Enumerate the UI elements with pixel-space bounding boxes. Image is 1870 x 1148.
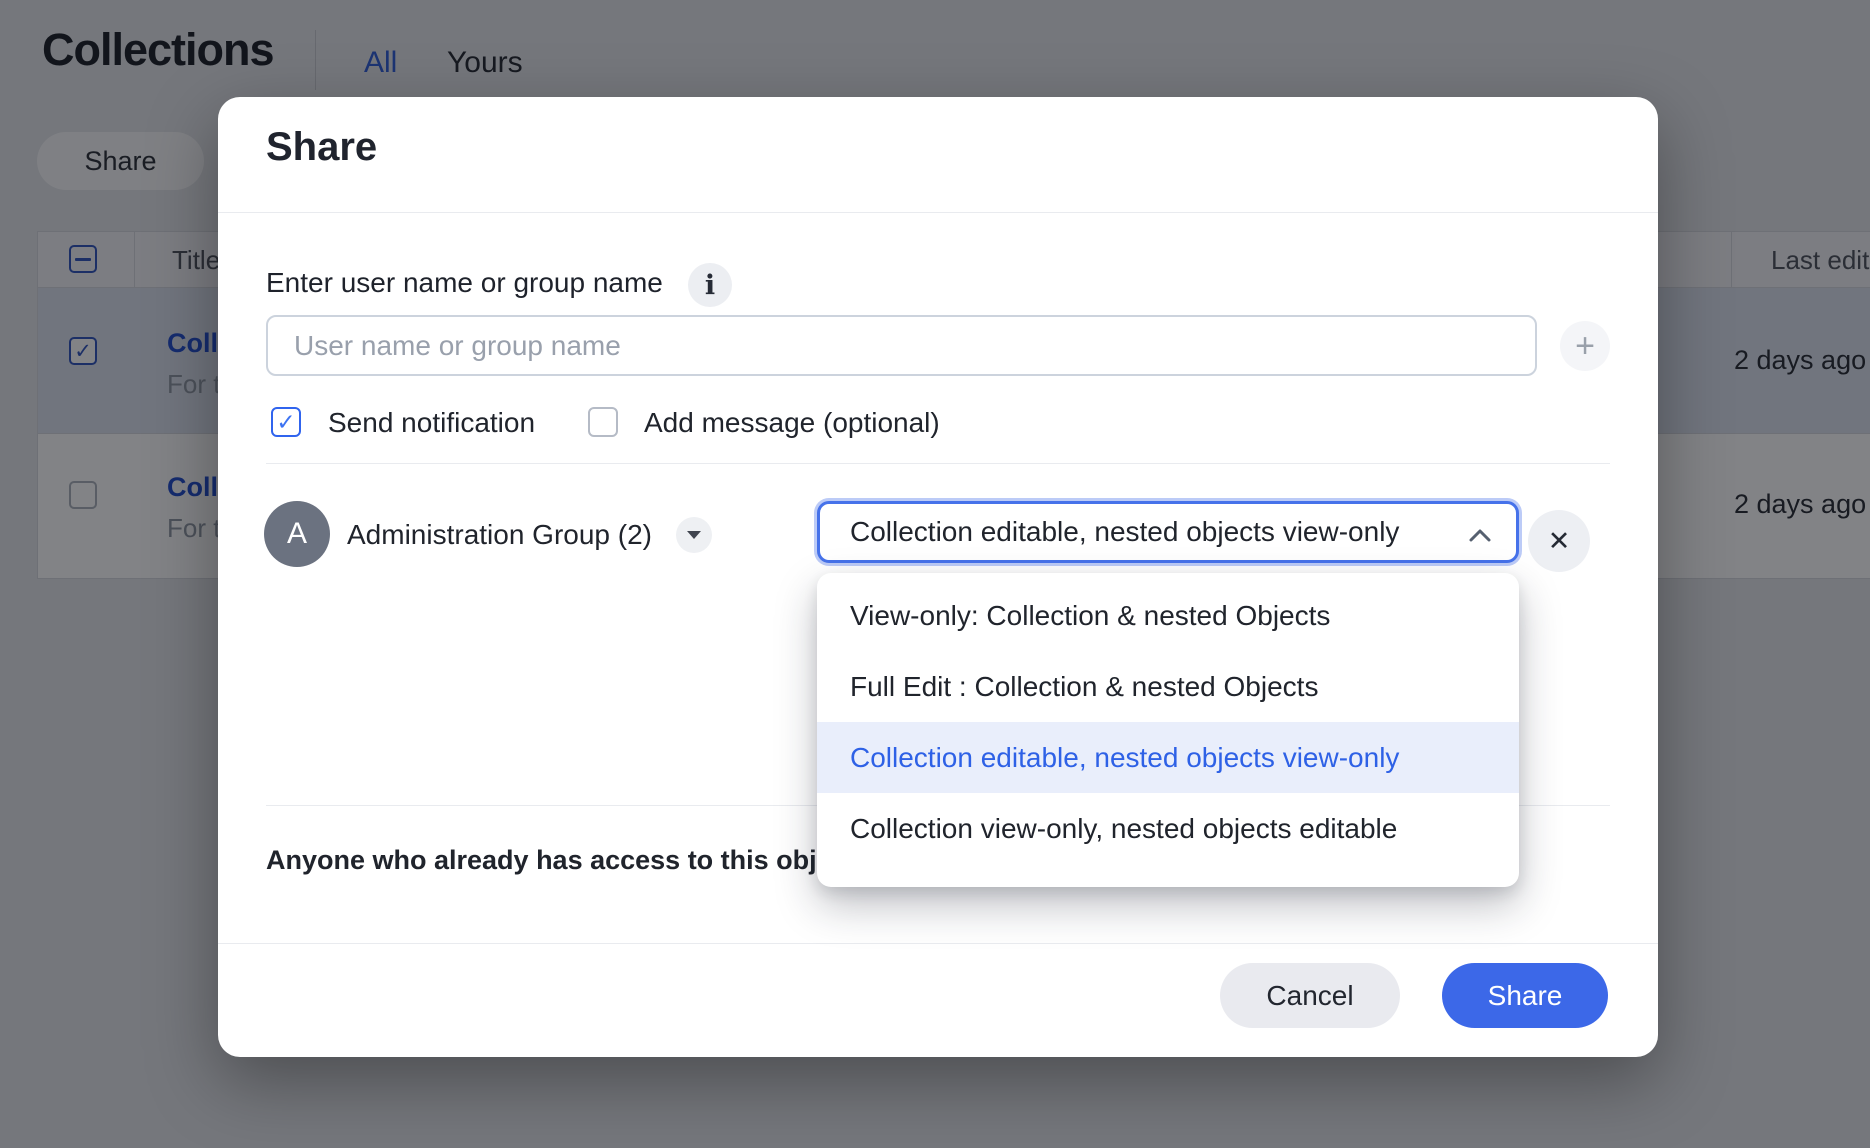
- permission-dropdown: View-only: Collection & nested Objects F…: [817, 573, 1519, 887]
- send-notification-label: Send notification: [328, 407, 535, 439]
- info-icon[interactable]: i: [688, 263, 732, 307]
- access-note: Anyone who already has access to this ob…: [266, 841, 910, 879]
- recipient-label: Enter user name or group name: [266, 265, 663, 301]
- dialog-header-divider: [218, 212, 1658, 213]
- group-expand-button[interactable]: [676, 517, 712, 553]
- dialog-footer-divider: [218, 943, 1658, 944]
- add-message-label: Add message (optional): [644, 407, 940, 439]
- send-notification-checkbox[interactable]: ✓: [271, 407, 301, 437]
- add-message-checkbox[interactable]: [588, 407, 618, 437]
- avatar-initial: A: [287, 517, 307, 551]
- caret-down-icon: [687, 531, 701, 539]
- remove-group-button[interactable]: ✕: [1528, 510, 1590, 572]
- permission-option[interactable]: Full Edit : Collection & nested Objects: [817, 651, 1519, 722]
- share-dialog: Share Enter user name or group name i + …: [218, 97, 1658, 1057]
- plus-icon: +: [1575, 329, 1595, 363]
- permission-option[interactable]: View-only: Collection & nested Objects: [817, 580, 1519, 651]
- close-icon: ✕: [1548, 526, 1571, 557]
- dialog-title: Share: [266, 125, 377, 170]
- group-avatar: A: [264, 501, 330, 567]
- permission-select-value: Collection editable, nested objects view…: [850, 516, 1399, 548]
- cancel-button[interactable]: Cancel: [1220, 963, 1400, 1028]
- permission-option-selected[interactable]: Collection editable, nested objects view…: [817, 722, 1519, 793]
- permission-option[interactable]: Collection view-only, nested objects edi…: [817, 793, 1519, 864]
- check-icon: ✓: [276, 411, 295, 434]
- share-button[interactable]: Share: [1442, 963, 1608, 1028]
- section-divider: [266, 463, 1610, 464]
- group-name: Administration Group (2): [347, 519, 652, 551]
- recipient-input[interactable]: [266, 315, 1537, 376]
- add-recipient-button[interactable]: +: [1560, 321, 1610, 371]
- chevron-up-icon: [1468, 528, 1492, 543]
- permission-select[interactable]: Collection editable, nested objects view…: [817, 501, 1519, 563]
